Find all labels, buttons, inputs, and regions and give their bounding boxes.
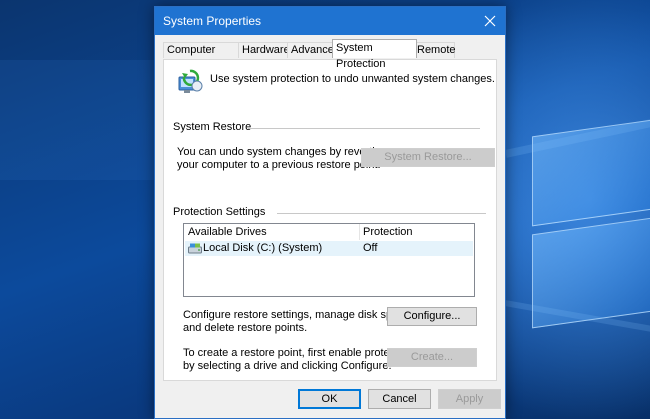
tab-computer-name[interactable]: Computer Name bbox=[163, 42, 239, 71]
system-restore-button[interactable]: System Restore... bbox=[361, 148, 495, 167]
group-divider bbox=[248, 128, 480, 129]
group-divider bbox=[277, 213, 486, 214]
configure-button[interactable]: Configure... bbox=[387, 307, 477, 326]
drive-protection-status: Off bbox=[363, 242, 378, 254]
tab-remote[interactable]: Remote bbox=[413, 42, 456, 58]
protection-settings-group-label: Protection Settings bbox=[173, 206, 266, 218]
tab-advanced[interactable]: Advanced bbox=[287, 42, 340, 58]
column-protection[interactable]: Protection bbox=[363, 226, 413, 238]
configure-description: Configure restore settings, manage disk … bbox=[183, 309, 413, 334]
system-protection-icon bbox=[178, 69, 203, 93]
close-button[interactable] bbox=[475, 7, 505, 35]
window-title: System Properties bbox=[163, 14, 262, 28]
ok-button[interactable]: OK bbox=[298, 389, 361, 409]
tab-system-protection[interactable]: System Protection bbox=[332, 39, 417, 70]
tab-hardware[interactable]: Hardware bbox=[238, 42, 290, 58]
column-separator bbox=[359, 224, 360, 240]
column-available-drives[interactable]: Available Drives bbox=[188, 226, 267, 238]
drive-row[interactable]: Local Disk (C:) (System) Off bbox=[185, 241, 473, 256]
close-icon bbox=[484, 15, 496, 27]
drives-list-header: Available Drives Protection bbox=[184, 224, 474, 240]
system-protection-panel: Use system protection to undo unwanted s… bbox=[163, 59, 497, 381]
drive-name: Local Disk (C:) (System) bbox=[203, 242, 323, 254]
intro-text: Use system protection to undo unwanted s… bbox=[210, 73, 495, 85]
create-description: To create a restore point, first enable … bbox=[183, 347, 413, 372]
system-restore-description: You can undo system changes by reverting… bbox=[177, 146, 387, 171]
title-bar[interactable]: System Properties bbox=[155, 7, 505, 35]
cancel-button[interactable]: Cancel bbox=[368, 389, 431, 409]
create-button[interactable]: Create... bbox=[387, 348, 477, 367]
drives-list[interactable]: Available Drives Protection Local Disk (… bbox=[183, 223, 475, 297]
apply-button[interactable]: Apply bbox=[438, 389, 501, 409]
light-beam bbox=[0, 60, 154, 180]
local-disk-icon bbox=[188, 243, 202, 254]
system-restore-group-label: System Restore bbox=[173, 121, 252, 133]
system-properties-dialog: System Properties Computer Name Hardware… bbox=[154, 6, 506, 419]
